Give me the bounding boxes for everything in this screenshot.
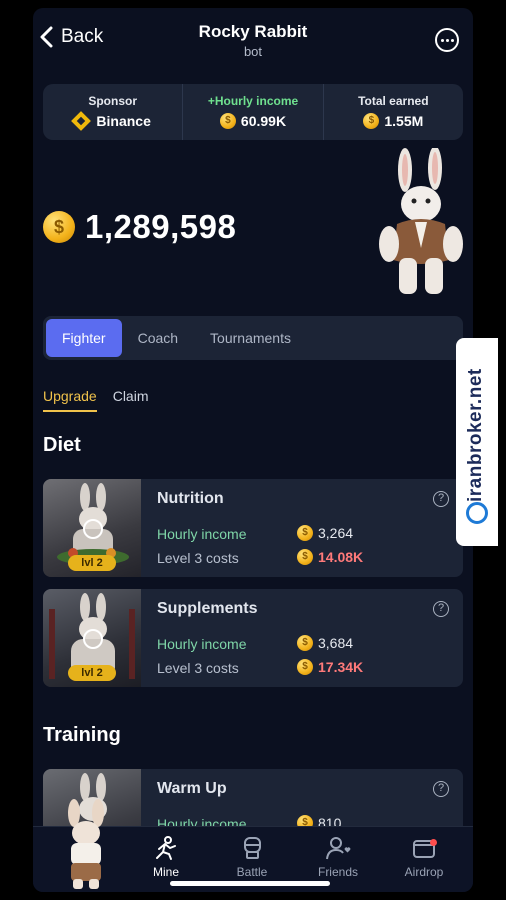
nav-label: Mine [152,865,179,879]
level-badge: lvl 2 [68,555,116,571]
main-tabs: Fighter Coach Tournaments [43,316,463,360]
balance: 1,289,598 [43,208,236,246]
stat-label: Total earned [358,94,429,108]
hourly-income-value: 3,264 [318,525,354,541]
stat-hourly-income: +Hourly income 60.99K [183,84,324,140]
app-screen: Back Rocky Rabbit bot Sponsor Binance +H… [33,8,473,892]
stat-value: 1.55M [384,113,424,129]
level-cost-label: Level 3 costs [157,660,239,676]
hourly-income-value: 3,684 [318,635,354,651]
stat-value: 60.99K [240,113,287,129]
nav-label: Airdrop [404,865,444,879]
rabbit-avatar[interactable] [57,799,115,891]
nutrition-image: lvl 2 [43,479,141,577]
nav-mine[interactable]: Mine [131,835,201,879]
friends-icon [326,837,351,860]
home-indicator[interactable] [170,881,330,886]
binance-icon [71,111,92,131]
help-icon[interactable]: ? [433,491,449,507]
coin-icon [43,211,75,243]
upgrade-card-supplements[interactable]: lvl 2 Supplements ? Hourly income 3,684 … [43,589,463,687]
balance-value: 1,289,598 [85,208,237,245]
title-block: Rocky Rabbit bot [33,22,473,59]
sub-tabs: Upgrade Claim [43,388,148,412]
tab-claim[interactable]: Claim [113,388,149,412]
coin-icon [363,113,380,129]
upgrade-card-nutrition[interactable]: lvl 2 Nutrition ? Hourly income 3,264 Le… [43,479,463,577]
app-subtitle: bot [243,44,263,59]
stat-value: Binance [96,113,151,129]
supplements-image: lvl 2 [43,589,141,687]
nav-label: Battle [236,865,268,879]
card-title: Nutrition [157,490,224,507]
rabbit-fighter-image[interactable] [377,148,467,304]
more-dot-icon [440,38,444,42]
coin-icon [219,113,236,129]
app-title: Rocky Rabbit [198,22,308,41]
level-cost-label: Level 3 costs [157,550,239,566]
nav-battle[interactable]: Battle [217,835,287,879]
tab-fighter[interactable]: Fighter [46,319,122,357]
level-cost-value: 17.34K [318,659,364,675]
stat-label: +Hourly income [207,94,299,108]
tab-upgrade[interactable]: Upgrade [43,388,97,412]
coin-icon [297,659,313,675]
level-badge: lvl 2 [68,665,116,681]
fighter-icon [156,836,176,860]
top-bar: Back Rocky Rabbit bot [33,8,473,76]
stat-label: Sponsor [88,94,137,108]
stats-bar: Sponsor Binance +Hourly income 60.99K To… [43,84,463,140]
level-cost-value: 14.08K [318,549,364,565]
coin-icon [297,525,313,541]
help-icon[interactable]: ? [433,601,449,617]
nav-friends[interactable]: Friends [303,835,373,879]
tab-tournaments[interactable]: Tournaments [194,319,307,357]
watermark-logo-icon [466,502,488,524]
more-options-button[interactable] [435,28,459,52]
stat-total-earned: Total earned 1.55M [324,84,463,140]
coin-icon [297,635,313,651]
tab-coach[interactable]: Coach [122,319,194,357]
more-dot-icon [445,38,449,42]
coin-icon [297,549,313,565]
card-title: Warm Up [157,780,227,797]
stat-sponsor[interactable]: Sponsor Binance [43,84,184,140]
help-icon[interactable]: ? [433,781,449,797]
more-dot-icon [450,38,454,42]
nav-airdrop[interactable]: Airdrop [389,835,459,879]
hourly-income-label: Hourly income [157,636,247,652]
section-heading-training: Training [43,724,121,746]
section-heading-diet: Diet [43,434,81,456]
hourly-income-label: Hourly income [157,526,247,542]
notification-dot [430,839,437,846]
bottom-nav: Mine Battle Friends Airdrop [33,799,473,892]
watermark-badge: iranbroker.net [456,338,498,546]
nav-label: Friends [317,865,358,879]
boxing-glove-icon [244,837,261,859]
card-title: Supplements [157,600,258,617]
watermark-text: iranbroker.net [465,368,486,502]
